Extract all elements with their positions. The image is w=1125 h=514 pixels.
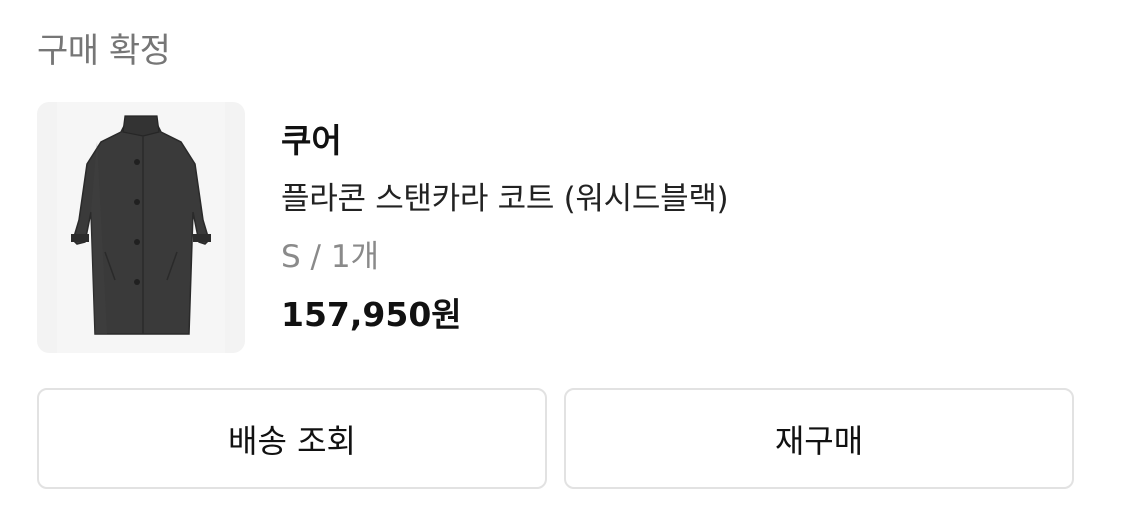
order-status-title: 구매 확정 — [37, 31, 171, 71]
product-option: S / 1개 — [281, 239, 380, 275]
brand-name[interactable]: 쿠어 — [281, 118, 342, 164]
rebuy-button[interactable]: 재구매 — [564, 388, 1074, 489]
product-thumbnail[interactable] — [37, 102, 245, 353]
track-delivery-button[interactable]: 배송 조회 — [37, 388, 547, 489]
product-price: 157,950원 — [281, 295, 462, 334]
product-name[interactable]: 플라콘 스탠카라 코트 (워시드블랙) — [281, 176, 729, 222]
coat-image-icon — [57, 102, 225, 353]
